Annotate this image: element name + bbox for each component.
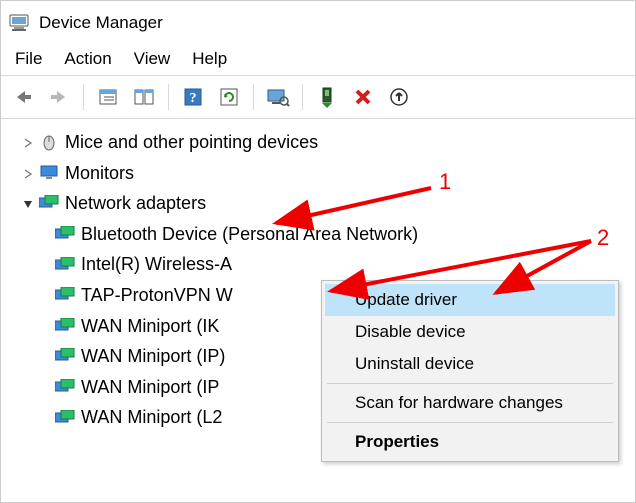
menubar: File Action View Help (1, 45, 635, 75)
tree-label: WAN Miniport (IK (81, 311, 219, 342)
tree-item-adapter[interactable]: Bluetooth Device (Personal Area Network) (53, 219, 631, 250)
menu-separator (327, 422, 613, 423)
network-adapter-icon (55, 317, 75, 335)
menu-update-driver[interactable]: Update driver (325, 284, 615, 316)
network-adapter-icon (55, 225, 75, 243)
toolbar: ? (1, 75, 635, 119)
scan-hardware-button[interactable] (262, 81, 294, 113)
expand-icon[interactable] (19, 169, 37, 179)
tree-label: WAN Miniport (L2 (81, 402, 222, 433)
show-hidden-button[interactable] (92, 81, 124, 113)
tree-item-mice[interactable]: Mice and other pointing devices (19, 127, 631, 158)
toolbar-separator (253, 84, 254, 110)
menu-view[interactable]: View (134, 49, 171, 69)
network-adapter-icon (55, 378, 75, 396)
collapse-icon[interactable] (19, 199, 37, 209)
devices-by-type-button[interactable] (128, 81, 160, 113)
enable-device-button[interactable] (311, 81, 343, 113)
tree-label: Intel(R) Wireless-A (81, 249, 232, 280)
tree-label: Monitors (65, 158, 134, 189)
context-menu: Update driver Disable device Uninstall d… (321, 280, 619, 462)
network-adapter-icon (55, 409, 75, 427)
menu-separator (327, 383, 613, 384)
mouse-icon (39, 133, 59, 151)
svg-text:?: ? (190, 91, 197, 106)
toolbar-separator (83, 84, 84, 110)
remove-device-button[interactable] (347, 81, 379, 113)
menu-scan-hardware[interactable]: Scan for hardware changes (325, 387, 615, 419)
menu-properties[interactable]: Properties (325, 426, 615, 458)
network-adapter-icon (39, 194, 59, 212)
back-button[interactable] (7, 81, 39, 113)
tree-item-monitors[interactable]: Monitors (19, 158, 631, 189)
window-title: Device Manager (39, 13, 163, 33)
titlebar: Device Manager (1, 1, 635, 45)
forward-button[interactable] (43, 81, 75, 113)
toolbar-separator (302, 84, 303, 110)
tree-label: Bluetooth Device (Personal Area Network) (81, 219, 418, 250)
menu-disable-device[interactable]: Disable device (325, 316, 615, 348)
tree-label: WAN Miniport (IP (81, 372, 219, 403)
expand-icon[interactable] (19, 138, 37, 148)
help-button[interactable]: ? (177, 81, 209, 113)
tree-label: TAP-ProtonVPN W (81, 280, 233, 311)
menu-file[interactable]: File (15, 49, 42, 69)
toolbar-separator (168, 84, 169, 110)
tree-label: Mice and other pointing devices (65, 127, 318, 158)
network-adapter-icon (55, 286, 75, 304)
menu-uninstall-device[interactable]: Uninstall device (325, 348, 615, 380)
tree-item-adapter[interactable]: Intel(R) Wireless-A (53, 249, 631, 280)
network-adapter-icon (55, 256, 75, 274)
tree-item-network-adapters[interactable]: Network adapters (19, 188, 631, 219)
tree-label: Network adapters (65, 188, 206, 219)
menu-action[interactable]: Action (64, 49, 111, 69)
monitor-icon (39, 164, 59, 182)
menu-help[interactable]: Help (192, 49, 227, 69)
device-manager-icon (9, 13, 29, 33)
tree-label: WAN Miniport (IP) (81, 341, 225, 372)
device-manager-window: Device Manager File Action View Help ? (0, 0, 636, 503)
update-driver-button[interactable] (383, 81, 415, 113)
network-adapter-icon (55, 347, 75, 365)
refresh-button[interactable] (213, 81, 245, 113)
